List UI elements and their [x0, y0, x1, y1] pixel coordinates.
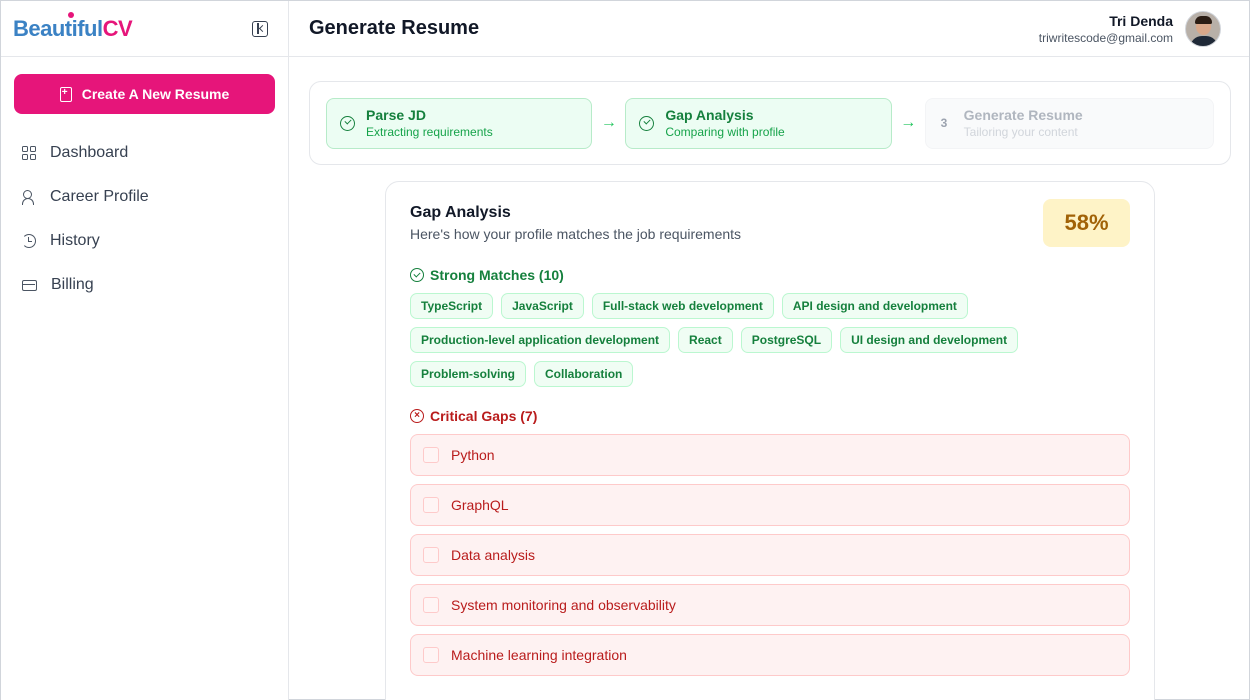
step-title: Gap Analysis	[665, 107, 754, 123]
user-name: Tri Denda	[1109, 12, 1173, 29]
sidebar-item-career-profile[interactable]: Career Profile	[1, 175, 289, 219]
user-email: triwritescode@gmail.com	[1038, 30, 1173, 45]
sidebar-item-label: Career Profile	[50, 188, 149, 205]
match-tag: JavaScript	[501, 293, 584, 319]
step-number: 3	[940, 116, 948, 130]
sidebar-item-label: History	[50, 232, 100, 249]
gap-item[interactable]: Data analysis	[410, 534, 1130, 576]
gap-item[interactable]: Python	[410, 434, 1130, 476]
gap-item[interactable]: Machine learning integration	[410, 634, 1130, 676]
step-subtitle: Tailoring your content	[963, 125, 1078, 139]
sidebar-item-label: Billing	[51, 276, 94, 293]
step-title: Parse JD	[366, 107, 426, 123]
arrow-right-icon: →	[600, 114, 617, 131]
grid-icon	[22, 146, 36, 160]
create-resume-label: Create A New Resume	[81, 86, 230, 102]
avatar[interactable]	[1185, 10, 1221, 47]
logo-row: BeautifulCV	[1, 1, 288, 57]
check-circle-icon	[639, 115, 655, 131]
check-circle-icon	[340, 115, 355, 131]
gap-label: GraphQL	[451, 497, 509, 513]
file-plus-icon	[59, 86, 72, 102]
gap-label: Data analysis	[451, 547, 536, 563]
create-resume-button[interactable]: Create A New Resume	[14, 74, 275, 114]
sidebar-item-history[interactable]: History	[1, 219, 289, 263]
sidebar-nav: Dashboard Career Profile History Billing	[1, 131, 289, 307]
gap-item[interactable]: System monitoring and observability	[410, 584, 1130, 626]
card-subtitle: Here's how your profile matches the job …	[410, 226, 742, 242]
match-tag: React	[678, 327, 733, 353]
step-gap-analysis: Gap Analysis Comparing with profile	[625, 97, 892, 149]
gap-analysis-card: Gap Analysis Here's how your profile mat…	[385, 181, 1155, 700]
gap-checkbox[interactable]	[423, 597, 439, 613]
match-score-badge: 58%	[1043, 199, 1130, 247]
gap-label: Python	[451, 447, 495, 463]
gap-checkbox[interactable]	[423, 647, 439, 663]
brand-logo[interactable]: BeautifulCV	[13, 11, 133, 42]
sidebar-item-label: Dashboard	[50, 144, 129, 161]
match-tag: Production-level application development	[410, 327, 671, 353]
match-tag: API design and development	[781, 293, 968, 319]
strong-matches-heading: Strong Matches (10)	[410, 267, 1130, 283]
history-icon	[22, 234, 36, 248]
gap-checkbox[interactable]	[423, 447, 439, 463]
match-tag: PostgreSQL	[740, 327, 833, 353]
user-menu[interactable]: Tri Denda triwritescode@gmail.com	[1038, 10, 1221, 47]
gap-label: Machine learning integration	[451, 647, 627, 663]
page-title: Generate Resume	[309, 17, 480, 39]
card-title: Gap Analysis	[410, 204, 511, 221]
match-tag: TypeScript	[410, 293, 494, 319]
critical-gaps-heading: × Critical Gaps (7)	[410, 408, 1130, 424]
step-parse-jd: Parse JD Extracting requirements	[326, 97, 593, 149]
step-subtitle: Extracting requirements	[366, 125, 493, 139]
step-generate-resume: 3 Generate Resume Tailoring your content	[924, 97, 1215, 149]
heart-icon	[68, 11, 74, 18]
collapse-sidebar-icon[interactable]	[252, 20, 268, 37]
credit-card-icon	[22, 279, 37, 291]
sidebar-item-billing[interactable]: Billing	[1, 263, 289, 307]
match-tag: Collaboration	[534, 361, 634, 387]
match-tag: UI design and development	[840, 327, 1019, 353]
match-tag: Full-stack web development	[591, 293, 774, 319]
top-header: Generate Resume Tri Denda triwritescode@…	[289, 1, 1249, 57]
match-tag: Problem-solving	[410, 361, 527, 387]
gap-checkbox[interactable]	[423, 497, 439, 513]
sidebar-item-dashboard[interactable]: Dashboard	[1, 131, 289, 175]
sidebar: BeautifulCV Create A New Resume Dashboar…	[1, 1, 289, 700]
x-circle-icon: ×	[410, 409, 424, 423]
step-subtitle: Comparing with profile	[665, 125, 785, 139]
check-circle-icon	[410, 268, 424, 282]
gap-item[interactable]: GraphQL	[410, 484, 1130, 526]
strong-matches-list: TypeScript JavaScript Full-stack web dev…	[410, 293, 1130, 387]
critical-gaps-list: Python GraphQL Data analysis System moni…	[410, 434, 1130, 676]
progress-stepper: Parse JD Extracting requirements → Gap A…	[309, 81, 1231, 165]
gap-label: System monitoring and observability	[451, 597, 676, 613]
gap-checkbox[interactable]	[423, 547, 439, 563]
section-label: Critical Gaps (7)	[430, 408, 538, 424]
arrow-right-icon: →	[900, 114, 917, 131]
user-edit-icon	[22, 190, 36, 205]
step-title: Generate Resume	[963, 107, 1083, 123]
section-label: Strong Matches (10)	[430, 267, 564, 283]
